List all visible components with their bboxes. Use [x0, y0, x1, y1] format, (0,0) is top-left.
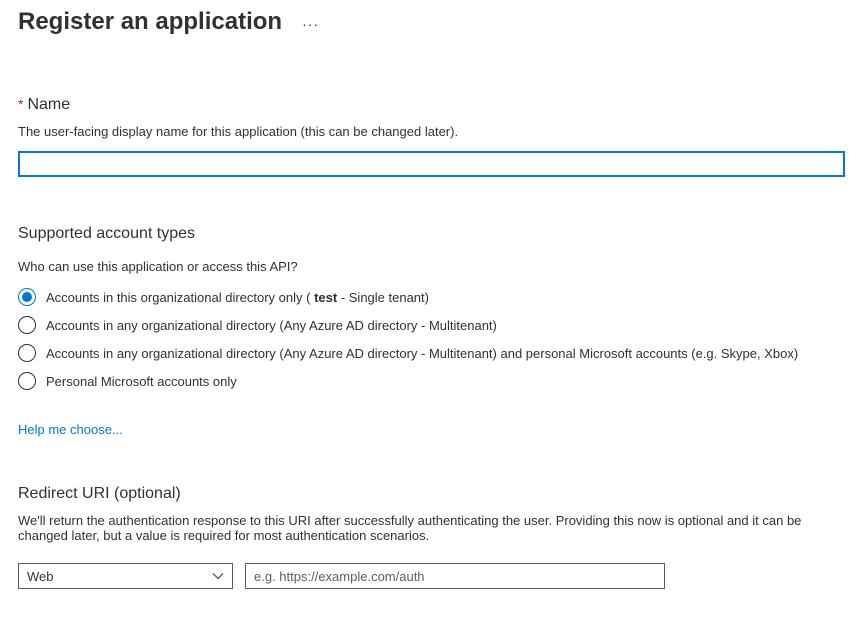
radio-option-personal-only[interactable]: Personal Microsoft accounts only — [18, 372, 845, 390]
radio-label: Accounts in this organizational director… — [46, 290, 429, 305]
radio-option-multitenant-personal[interactable]: Accounts in any organizational directory… — [18, 344, 845, 362]
account-types-radio-group: Accounts in this organizational director… — [18, 288, 845, 390]
name-label: Name — [27, 96, 70, 113]
help-me-choose-link[interactable]: Help me choose... — [18, 422, 123, 437]
more-options-icon[interactable]: ··· — [302, 16, 319, 32]
radio-option-multitenant[interactable]: Accounts in any organizational directory… — [18, 316, 845, 334]
radio-icon — [18, 344, 36, 362]
chevron-down-icon — [212, 570, 224, 582]
redirect-uri-description: We'll return the authentication response… — [18, 513, 845, 543]
platform-selected-value: Web — [27, 569, 54, 584]
name-label-row: *Name — [18, 96, 845, 114]
account-types-heading: Supported account types — [18, 225, 845, 243]
required-asterisk: * — [18, 96, 23, 112]
page-title: Register an application — [18, 8, 282, 36]
radio-label: Accounts in any organizational directory… — [46, 346, 798, 361]
platform-select[interactable]: Web — [18, 563, 233, 589]
name-input[interactable] — [18, 151, 845, 177]
radio-icon — [18, 288, 36, 306]
radio-icon — [18, 316, 36, 334]
radio-label: Accounts in any organizational directory… — [46, 318, 497, 333]
radio-icon — [18, 372, 36, 390]
account-types-question: Who can use this application or access t… — [18, 259, 845, 274]
redirect-uri-input[interactable] — [245, 563, 665, 589]
radio-label: Personal Microsoft accounts only — [46, 374, 237, 389]
redirect-uri-heading: Redirect URI (optional) — [18, 485, 845, 503]
name-description: The user-facing display name for this ap… — [18, 124, 845, 139]
radio-option-single-tenant[interactable]: Accounts in this organizational director… — [18, 288, 845, 306]
